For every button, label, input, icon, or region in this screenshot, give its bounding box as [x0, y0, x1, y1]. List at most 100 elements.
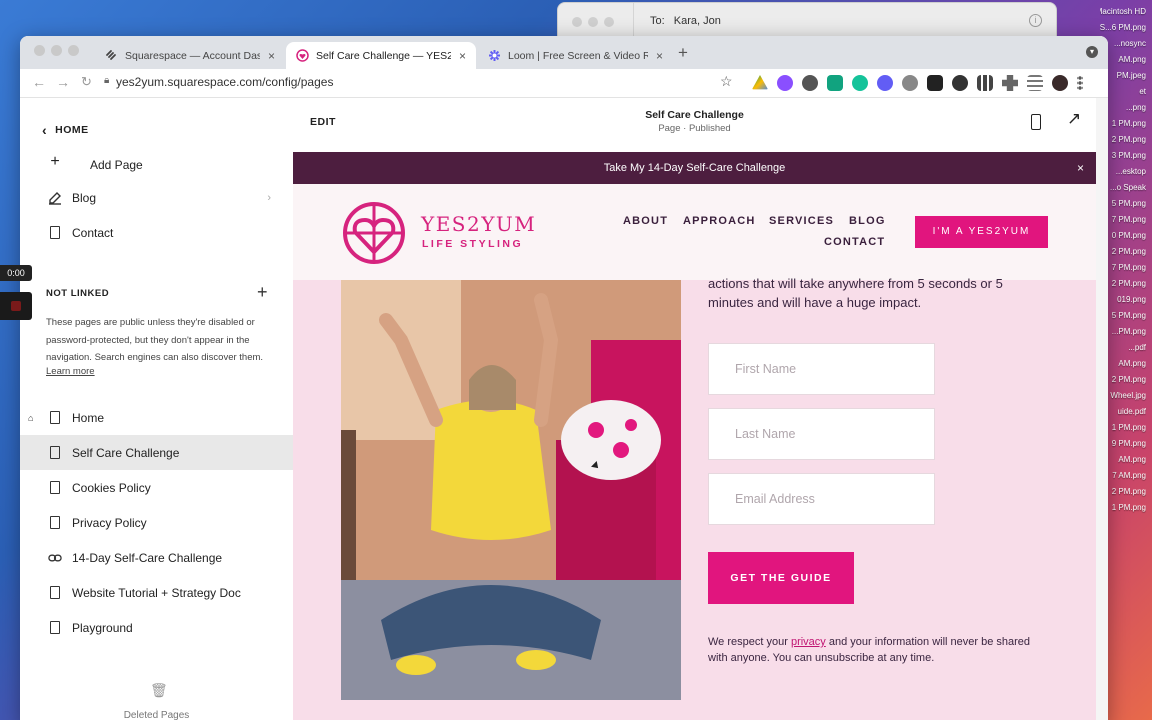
extension-icon[interactable] — [777, 75, 793, 91]
desktop-file[interactable]: 3 PM.png — [1112, 151, 1146, 160]
avatar[interactable] — [1052, 75, 1068, 91]
nav-blog[interactable]: BLOG — [849, 215, 886, 227]
home-link[interactable]: ‹ HOME — [42, 122, 89, 138]
maximize-window-button[interactable] — [68, 45, 79, 56]
logo-name[interactable]: YES2YUM — [421, 212, 536, 236]
desktop-file[interactable]: 1 PM.png — [1112, 119, 1146, 128]
more-icon[interactable] — [1077, 75, 1083, 91]
desktop-file[interactable]: PM.jpeg — [1117, 71, 1146, 80]
google-drive-icon[interactable] — [752, 75, 768, 90]
first-name-input[interactable]: First Name — [708, 343, 935, 395]
header-cta-button[interactable]: I'M A YES2YUM — [915, 216, 1048, 248]
minimize-window-button[interactable] — [51, 45, 62, 56]
close-tab-icon[interactable]: × — [656, 49, 663, 63]
sidebar-item-14-day-challenge-link[interactable]: 14-Day Self-Care Challenge — [20, 540, 293, 575]
stop-recording-button[interactable] — [0, 292, 32, 320]
deleted-pages-link[interactable]: Deleted Pages — [20, 710, 293, 720]
desktop-file[interactable]: 5 PM.png — [1112, 311, 1146, 320]
lock-icon[interactable]: 🔒︎ — [104, 75, 109, 86]
info-icon[interactable]: i — [1029, 14, 1042, 27]
learn-more-link[interactable]: Learn more — [46, 366, 95, 377]
desktop-file[interactable]: 2 PM.png — [1112, 375, 1146, 384]
desktop-file[interactable]: et — [1139, 87, 1146, 96]
sidebar-item-contact[interactable]: Contact — [20, 215, 293, 250]
desktop-file[interactable]: uide.pdf — [1118, 407, 1146, 416]
mobile-preview-icon[interactable] — [1031, 114, 1041, 130]
desktop-file[interactable]: 2 PM.png — [1112, 279, 1146, 288]
desktop-file[interactable]: 2 PM.png — [1112, 247, 1146, 256]
logo-mark-icon[interactable] — [341, 202, 407, 264]
close-tab-icon[interactable]: × — [268, 49, 275, 63]
nav-contact[interactable]: CONTACT — [824, 236, 885, 248]
bookmark-star-icon[interactable]: ☆ — [720, 73, 733, 90]
sidebar-item-playground[interactable]: Playground — [20, 610, 293, 645]
nav-about[interactable]: ABOUT — [623, 215, 668, 227]
apps-grid-icon[interactable] — [977, 75, 993, 91]
desktop-file[interactable]: 5 PM.png — [1112, 199, 1146, 208]
loom-icon[interactable] — [877, 75, 893, 91]
reading-list-icon[interactable] — [1027, 75, 1043, 91]
last-name-input[interactable]: Last Name — [708, 408, 935, 460]
back-icon[interactable]: ← — [32, 74, 46, 90]
desktop-file[interactable]: 7 AM.png — [1112, 471, 1146, 480]
sidebar-item-blog[interactable]: Blog › — [20, 180, 293, 215]
nav-services[interactable]: SERVICES — [769, 215, 834, 227]
sidebar-item-privacy-policy[interactable]: Privacy Policy — [20, 505, 293, 540]
desktop-file[interactable]: AM.png — [1118, 359, 1146, 368]
notion-icon[interactable] — [927, 75, 943, 91]
desktop-file[interactable]: 7 PM.png — [1112, 263, 1146, 272]
new-tab-button[interactable]: + — [678, 43, 688, 63]
desktop-file[interactable]: ...o Speak — [1110, 183, 1146, 192]
desktop-file[interactable]: 9 PM.png — [1112, 439, 1146, 448]
add-page-button[interactable]: + Add Page — [20, 150, 293, 180]
tab-search-icon[interactable]: ▾ — [1086, 46, 1098, 58]
privacy-link[interactable]: privacy — [791, 636, 826, 648]
desktop-file[interactable]: ...esktop — [1116, 167, 1146, 176]
mail-to-value[interactable]: Kara, Jon — [674, 15, 721, 27]
close-window-button[interactable] — [34, 45, 45, 56]
announcement-bar[interactable]: Take My 14-Day Self-Care Challenge × — [293, 152, 1096, 184]
tab-loom[interactable]: Loom | Free Screen & Video Re × — [478, 42, 673, 69]
desktop-file[interactable]: AM.png — [1118, 55, 1146, 64]
forward-icon[interactable]: → — [56, 74, 70, 90]
puzzle-icon[interactable] — [1002, 75, 1018, 91]
sidebar-item-self-care-challenge[interactable]: Self Care Challenge — [20, 435, 293, 470]
desktop-file[interactable]: ...pdf — [1128, 343, 1146, 352]
get-the-guide-button[interactable]: GET THE GUIDE — [708, 552, 854, 604]
desktop-file[interactable]: Screen S...6 PM.png — [1100, 23, 1146, 32]
desktop-file[interactable]: Wheel.jpg — [1110, 391, 1146, 400]
desktop-file[interactable]: Macintosh HD — [1100, 7, 1146, 16]
reload-icon[interactable]: ↻ — [81, 74, 92, 90]
extension-icon[interactable] — [952, 75, 968, 91]
tab-squarespace[interactable]: Squarespace — Account Dashb × — [95, 42, 285, 69]
open-external-icon[interactable]: ↗ — [1067, 109, 1081, 129]
sidebar-item-cookies-policy[interactable]: Cookies Policy — [20, 470, 293, 505]
close-icon[interactable]: × — [1077, 152, 1084, 184]
desktop-file[interactable]: 2 PM.png — [1112, 135, 1146, 144]
desktop-file[interactable]: ...png — [1126, 103, 1146, 112]
desktop-file[interactable]: ...PM.png — [1112, 327, 1146, 336]
close-tab-icon[interactable]: × — [459, 49, 466, 63]
desktop-file[interactable]: 1 PM.png — [1112, 423, 1146, 432]
desktop-file[interactable]: 7 PM.png — [1112, 215, 1146, 224]
sidebar-item-website-tutorial[interactable]: Website Tutorial + Strategy Doc — [20, 575, 293, 610]
extension-icon[interactable] — [827, 75, 843, 91]
desktop-file[interactable]: 019.png — [1117, 295, 1146, 304]
mail-to-line[interactable]: To: Kara, Jon — [650, 15, 721, 27]
trash-icon[interactable]: 🗑︎ — [150, 682, 168, 699]
email-input[interactable]: Email Address — [708, 473, 935, 525]
desktop-file[interactable]: 1 PM.png — [1112, 503, 1146, 512]
add-unlinked-page-button[interactable]: + — [257, 282, 268, 303]
desktop-file[interactable]: ...nosync — [1114, 39, 1146, 48]
desktop-file[interactable]: 0 PM.png — [1112, 231, 1146, 240]
desktop-file[interactable]: AM.png — [1118, 455, 1146, 464]
grammarly-icon[interactable] — [852, 75, 868, 91]
nav-approach[interactable]: APPROACH — [683, 215, 756, 227]
page-icon — [48, 586, 62, 600]
tab-self-care-challenge[interactable]: Self Care Challenge — YES2YU × — [286, 42, 476, 69]
pinterest-icon[interactable] — [802, 75, 818, 91]
address-bar[interactable]: yes2yum.squarespace.com/config/pages — [116, 75, 333, 89]
extension-icon[interactable] — [902, 75, 918, 91]
desktop-file[interactable]: 2 PM.png — [1112, 487, 1146, 496]
sidebar-item-home[interactable]: ⌂ Home — [20, 400, 293, 435]
